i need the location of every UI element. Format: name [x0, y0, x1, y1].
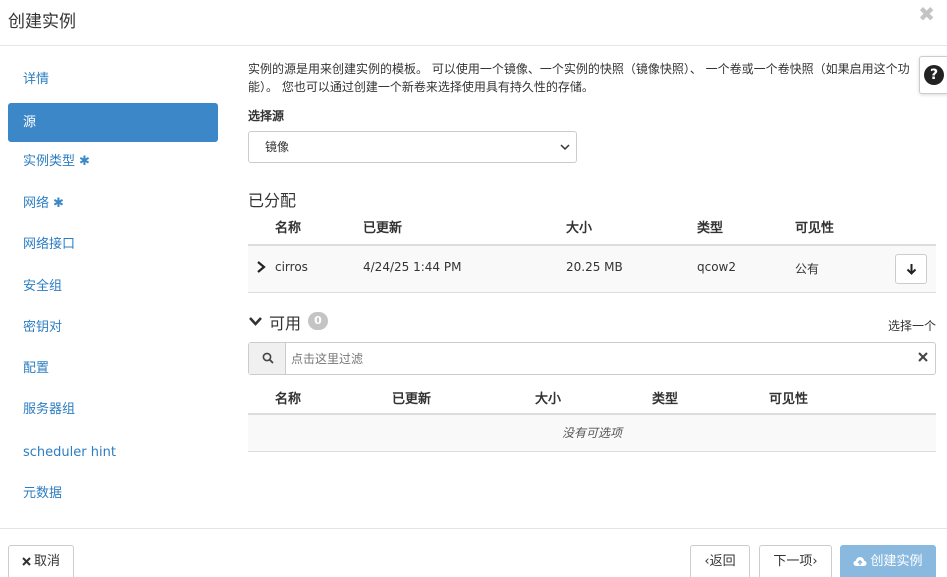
- divider: [248, 292, 936, 293]
- filter-input[interactable]: [287, 343, 907, 374]
- allocated-col-size[interactable]: 大小: [566, 217, 592, 236]
- allocated-col-updated[interactable]: 已更新: [363, 217, 402, 236]
- question-circle-icon: ?: [924, 65, 944, 85]
- required-asterisk-icon: ✱: [79, 154, 90, 169]
- sidebar-item-label: 安全组: [23, 279, 63, 294]
- create-label: 创建实例: [870, 554, 923, 569]
- sidebar-item-server-groups[interactable]: 服务器组: [8, 390, 218, 429]
- allocated-col-visibility[interactable]: 可见性: [795, 217, 834, 236]
- select-source-label: 选择源: [248, 109, 285, 123]
- clear-x-icon[interactable]: [917, 351, 929, 363]
- sidebar-item-label: 网络接口: [23, 237, 76, 252]
- sidebar-item-label: 实例类型: [23, 154, 76, 169]
- available-col-name[interactable]: 名称: [275, 388, 301, 407]
- cloud-upload-icon: [853, 557, 867, 566]
- sidebar-item-source[interactable]: 源: [8, 103, 218, 142]
- image-type: qcow2: [697, 260, 737, 274]
- allocated-title: 已分配: [248, 191, 297, 210]
- dialog-header: 创建实例 ✖: [0, 0, 947, 46]
- sidebar-item-scheduler-hints[interactable]: scheduler hint: [8, 433, 218, 472]
- source-step-content: 实例的源是用来创建实例的模板。 可以使用一个镜像、一个实例的快照（镜像快照）、 …: [248, 46, 947, 528]
- help-button[interactable]: ?: [919, 56, 947, 94]
- chevron-down-icon: [249, 317, 262, 326]
- next-button[interactable]: 下一项›: [759, 545, 832, 577]
- cancel-button[interactable]: 取消: [8, 545, 74, 577]
- empty-message: 没有可选项: [561, 426, 622, 440]
- sidebar-item-key-pair[interactable]: 密钥对: [8, 308, 218, 347]
- divider: [248, 451, 936, 452]
- back-button[interactable]: ‹返回: [690, 545, 750, 577]
- dialog-footer: 取消 ‹返回 下一项› 创建实例: [0, 528, 947, 577]
- available-count-badge: 0: [308, 312, 328, 330]
- sidebar-item-networks[interactable]: 网络 ✱: [8, 184, 218, 223]
- close-icon[interactable]: ✖: [918, 2, 935, 26]
- available-col-visibility[interactable]: 可见性: [769, 388, 808, 407]
- sidebar-item-flavor[interactable]: 实例类型 ✱: [8, 142, 218, 181]
- allocated-col-type[interactable]: 类型: [697, 217, 723, 236]
- choose-one-hint: 选择一个: [887, 319, 936, 333]
- image-updated: 4/24/25 1:44 PM: [363, 260, 462, 274]
- image-size: 20.25 MB: [566, 260, 623, 274]
- sidebar-item-details[interactable]: 详情: [8, 60, 218, 99]
- available-col-type[interactable]: 类型: [652, 388, 678, 407]
- next-label: 下一项›: [773, 554, 818, 569]
- available-col-updated[interactable]: 已更新: [392, 388, 431, 407]
- back-label: ‹返回: [704, 554, 736, 569]
- boot-source-select[interactable]: 镜像: [248, 131, 577, 163]
- cancel-label: 取消: [33, 554, 60, 569]
- allocated-col-name[interactable]: 名称: [275, 217, 301, 236]
- filter-box: [248, 342, 936, 375]
- sidebar-item-label: 元数据: [23, 486, 63, 501]
- dialog-title: 创建实例: [8, 12, 76, 32]
- available-title: 可用: [269, 314, 302, 333]
- chevron-right-icon[interactable]: [256, 261, 266, 273]
- sidebar-item-label: 网络: [23, 196, 50, 211]
- sidebar-item-configuration[interactable]: 配置: [8, 349, 218, 388]
- boot-source-value: 镜像: [265, 140, 290, 154]
- sidebar-item-label: scheduler hint: [23, 445, 116, 460]
- required-asterisk-icon: ✱: [53, 196, 64, 211]
- image-visibility: 公有: [795, 262, 820, 276]
- sidebar-item-metadata[interactable]: 元数据: [8, 474, 218, 513]
- arrow-down-icon: [906, 264, 917, 275]
- empty-table-row: 没有可选项: [248, 415, 936, 452]
- image-name: cirros: [275, 260, 308, 274]
- x-icon: [22, 557, 31, 566]
- search-addon: [249, 343, 286, 374]
- sidebar-item-label: 配置: [23, 361, 50, 376]
- sidebar-item-label: 详情: [23, 72, 50, 87]
- search-icon: [262, 352, 274, 364]
- sidebar-item-label: 密钥对: [23, 320, 63, 335]
- deallocate-button[interactable]: [895, 254, 927, 284]
- sidebar-item-label: 服务器组: [23, 402, 76, 417]
- chevron-down-icon: [560, 144, 570, 151]
- create-instance-button[interactable]: 创建实例: [840, 545, 936, 577]
- source-description: 实例的源是用来创建实例的模板。 可以使用一个镜像、一个实例的快照（镜像快照）、 …: [248, 62, 910, 94]
- sidebar-item-security-groups[interactable]: 安全组: [8, 267, 218, 306]
- sidebar-item-label: 源: [23, 115, 37, 130]
- available-col-size[interactable]: 大小: [535, 388, 561, 407]
- sidebar-item-network-ports[interactable]: 网络接口: [8, 225, 218, 264]
